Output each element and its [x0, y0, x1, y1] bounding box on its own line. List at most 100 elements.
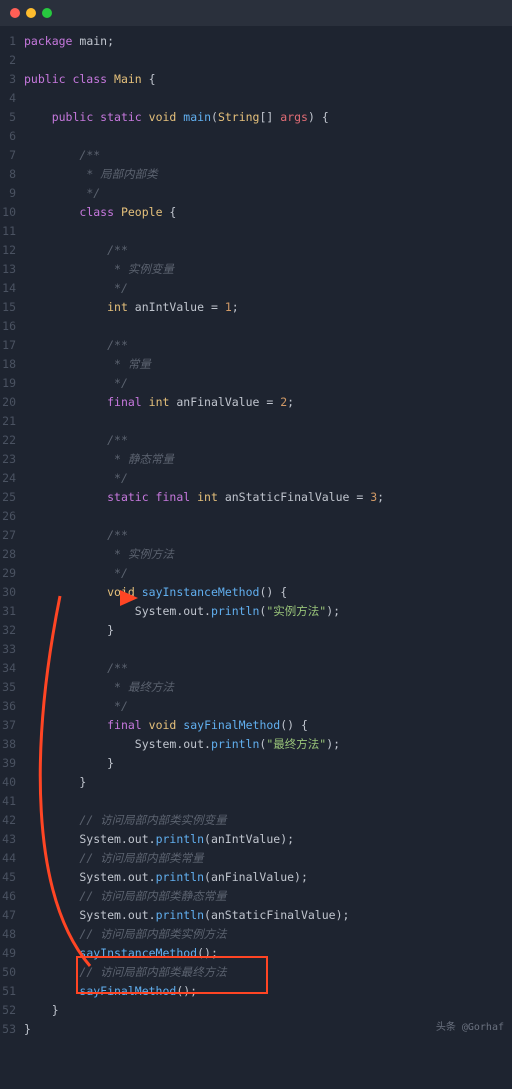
line-text [24, 222, 512, 241]
line-text: } [24, 621, 512, 640]
line-number: 12 [0, 241, 24, 260]
line-number: 14 [0, 279, 24, 298]
window-titlebar [0, 0, 512, 26]
line-text: } [24, 773, 512, 792]
code-line: 15 int anIntValue = 1; [0, 298, 512, 317]
line-text: /** [24, 526, 512, 545]
line-number: 47 [0, 906, 24, 925]
code-line: 6 [0, 127, 512, 146]
line-number: 7 [0, 146, 24, 165]
line-text: */ [24, 469, 512, 488]
line-number: 2 [0, 51, 24, 70]
code-line: 39 } [0, 754, 512, 773]
zoom-icon[interactable] [42, 8, 52, 18]
line-number: 22 [0, 431, 24, 450]
code-line: 49 sayInstanceMethod(); [0, 944, 512, 963]
watermark-text: 头条 @Gorhaf [436, 1018, 504, 1037]
code-line: 21 [0, 412, 512, 431]
line-text: class People { [24, 203, 512, 222]
line-text [24, 507, 512, 526]
code-line: 2 [0, 51, 512, 70]
code-line: 5 public static void main(String[] args)… [0, 108, 512, 127]
line-text: // 访问局部内部类静态常量 [24, 887, 512, 906]
line-number: 31 [0, 602, 24, 621]
line-number: 3 [0, 70, 24, 89]
line-text: * 实例变量 [24, 260, 512, 279]
code-line: 29 */ [0, 564, 512, 583]
code-line: 38 System.out.println("最终方法"); [0, 735, 512, 754]
line-number: 48 [0, 925, 24, 944]
code-line: 48 // 访问局部内部类实例方法 [0, 925, 512, 944]
line-text: // 访问局部内部类常量 [24, 849, 512, 868]
code-line: 46 // 访问局部内部类静态常量 [0, 887, 512, 906]
line-number: 29 [0, 564, 24, 583]
line-number: 20 [0, 393, 24, 412]
line-number: 46 [0, 887, 24, 906]
line-number: 24 [0, 469, 24, 488]
code-line: 26 [0, 507, 512, 526]
line-number: 36 [0, 697, 24, 716]
close-icon[interactable] [10, 8, 20, 18]
code-line: 11 [0, 222, 512, 241]
code-line: 20 final int anFinalValue = 2; [0, 393, 512, 412]
line-number: 8 [0, 165, 24, 184]
line-number: 40 [0, 773, 24, 792]
line-text: package main; [24, 32, 512, 51]
line-number: 42 [0, 811, 24, 830]
code-line: 50 // 访问局部内部类最终方法 [0, 963, 512, 982]
line-text: // 访问局部内部类实例方法 [24, 925, 512, 944]
line-number: 38 [0, 735, 24, 754]
code-line: 8 * 局部内部类 [0, 165, 512, 184]
line-text: sayInstanceMethod(); [24, 944, 512, 963]
line-text [24, 89, 512, 108]
code-line: 18 * 常量 [0, 355, 512, 374]
line-text: public static void main(String[] args) { [24, 108, 512, 127]
code-line: 17 /** [0, 336, 512, 355]
line-text: System.out.println(anStaticFinalValue); [24, 906, 512, 925]
line-text: System.out.println("实例方法"); [24, 602, 512, 621]
code-line: 51 sayFinalMethod(); [0, 982, 512, 1001]
line-text: final void sayFinalMethod() { [24, 716, 512, 735]
line-text: * 局部内部类 [24, 165, 512, 184]
code-line: 47 System.out.println(anStaticFinalValue… [0, 906, 512, 925]
line-text: int anIntValue = 1; [24, 298, 512, 317]
line-text: */ [24, 374, 512, 393]
line-number: 37 [0, 716, 24, 735]
line-text [24, 792, 512, 811]
code-line: 13 * 实例变量 [0, 260, 512, 279]
line-text: * 最终方法 [24, 678, 512, 697]
line-text: */ [24, 279, 512, 298]
code-line: 28 * 实例方法 [0, 545, 512, 564]
code-line: 1package main; [0, 32, 512, 51]
code-line: 12 /** [0, 241, 512, 260]
line-text: } [24, 754, 512, 773]
minimize-icon[interactable] [26, 8, 36, 18]
code-line: 45 System.out.println(anFinalValue); [0, 868, 512, 887]
code-line: 36 */ [0, 697, 512, 716]
line-text: * 静态常量 [24, 450, 512, 469]
line-text [24, 51, 512, 70]
line-text: sayFinalMethod(); [24, 982, 512, 1001]
line-number: 39 [0, 754, 24, 773]
line-number: 26 [0, 507, 24, 526]
line-text: // 访问局部内部类最终方法 [24, 963, 512, 982]
line-number: 49 [0, 944, 24, 963]
line-text: * 实例方法 [24, 545, 512, 564]
code-line: 23 * 静态常量 [0, 450, 512, 469]
line-text: */ [24, 564, 512, 583]
line-number: 41 [0, 792, 24, 811]
line-text: */ [24, 184, 512, 203]
line-text [24, 412, 512, 431]
line-text: System.out.println("最终方法"); [24, 735, 512, 754]
line-number: 30 [0, 583, 24, 602]
line-number: 1 [0, 32, 24, 51]
code-line: 37 final void sayFinalMethod() { [0, 716, 512, 735]
line-text: static final int anStaticFinalValue = 3; [24, 488, 512, 507]
line-number: 33 [0, 640, 24, 659]
line-number: 32 [0, 621, 24, 640]
code-line: 44 // 访问局部内部类常量 [0, 849, 512, 868]
line-text: void sayInstanceMethod() { [24, 583, 512, 602]
line-text: System.out.println(anIntValue); [24, 830, 512, 849]
line-number: 28 [0, 545, 24, 564]
line-text: * 常量 [24, 355, 512, 374]
